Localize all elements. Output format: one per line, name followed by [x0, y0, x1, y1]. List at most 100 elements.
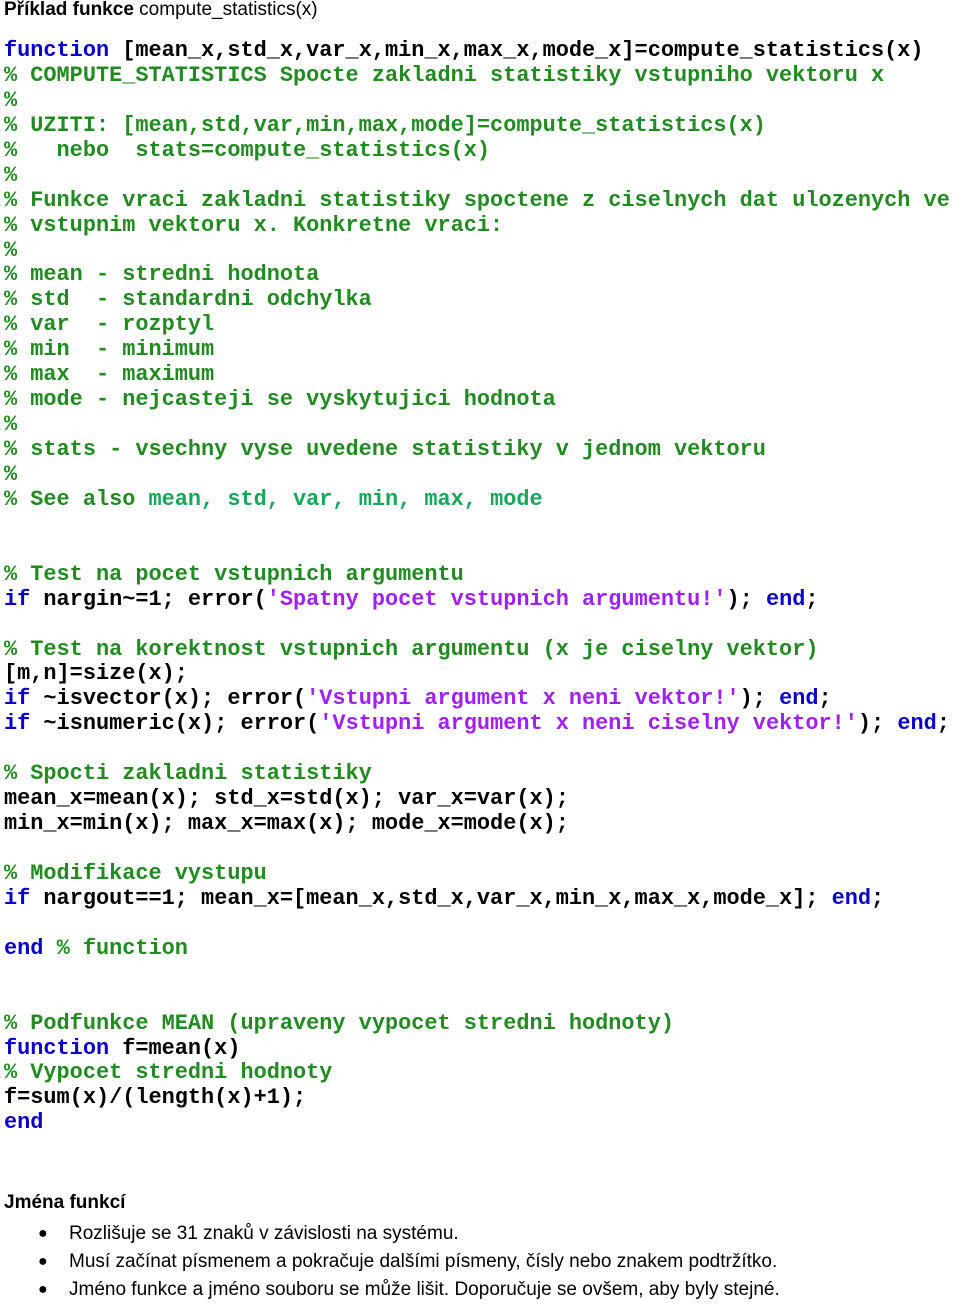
code-token: min_x=min(x); max_x=max(x); mode_x=mode(… [4, 811, 569, 837]
code-line: function f=mean(x) [4, 1035, 950, 1062]
code-line: end % function [4, 935, 950, 962]
comment-token: % Test na pocet vstupnich argumentu [4, 561, 464, 587]
code-token: ~isnumeric(x); error( [30, 711, 320, 737]
code-line: % vstupnim vektoru x. Konkretne vraci: [4, 212, 950, 239]
code-line: % Funkce vraci zakladni statistiky spoct… [4, 187, 950, 214]
comment-token: % nebo stats=compute_statistics(x) [4, 137, 491, 163]
code-line: % Spocti zakladni statistiky [4, 761, 950, 787]
code-token: f=sum(x)/(length(x)+1); [4, 1085, 307, 1111]
comment-token: % [4, 461, 18, 487]
code-token: [m,n]=size(x); [4, 661, 188, 687]
code-line: % min - minimum [4, 337, 950, 363]
keyword-token: function [4, 1035, 110, 1061]
keyword-token: if [4, 711, 31, 737]
bullet-icon: ● [38, 1225, 48, 1242]
code-token: ; [805, 586, 819, 612]
code-listing: function [mean_x,std_x,var_x,min_x,max_x… [4, 38, 950, 1136]
keyword-token: end [765, 586, 806, 612]
list-item-text: Musí začínat písmenem a pokračuje dalším… [69, 1251, 778, 1272]
page-title-bold: Příklad funkce [4, 0, 134, 20]
code-line: % stats - vsechny vyse uvedene statistik… [4, 437, 950, 463]
list-item: ● Musí začínat písmenem a pokračuje další… [4, 1248, 780, 1276]
code-line: % UZITI: [mean,std,var,min,max,mode]=com… [4, 112, 950, 139]
comment-token: % Spocti zakladni statistiky [4, 761, 372, 787]
comment-token: % [4, 237, 18, 263]
code-token: nargout==1; mean_x=[mean_x,std_x,var_x,m… [30, 885, 832, 911]
keyword-token: function [4, 38, 110, 63]
function-names-section: Jména funkcí ● Rozlišuje se 31 znaků v zá… [4, 1191, 780, 1304]
list-item: ● Rozlišuje se 31 znaků v závislosti na s… [4, 1220, 780, 1248]
code-line: % nebo stats=compute_statistics(x) [4, 137, 950, 164]
keyword-token: if [4, 686, 31, 712]
comment-token: % max - maximum [4, 362, 215, 388]
comment-token: % var - rozptyl [4, 312, 215, 338]
keyword-token: end [779, 686, 819, 712]
code-line: [m,n]=size(x); [4, 661, 950, 687]
code-line: % [4, 412, 950, 438]
comment-token: % COMPUTE_STATISTICS Spocte zakladni sta… [4, 62, 885, 88]
code-line: % Test na korektnost vstupnich argumentu… [4, 636, 950, 663]
page-title-function: compute_statistics(x) [133, 0, 318, 20]
comment-token: % [4, 87, 18, 113]
list-item-text: Rozlišuje se 31 znaků v závislosti na sy… [69, 1223, 459, 1244]
code-line: function [mean_x,std_x,var_x,min_x,max_x… [4, 38, 950, 64]
code-line: % Modifikace vystupu [4, 860, 950, 887]
code-line: % COMPUTE_STATISTICS Spocte zakladni sta… [4, 62, 950, 89]
code-line: % std - standardni odchylka [4, 287, 950, 313]
comment-token: % stats - vsechny vyse uvedene statistik… [4, 437, 766, 462]
comment-token: % Funkce vraci zakladni statistiky spoct… [4, 187, 950, 213]
comment-token: % UZITI: [mean,std,var,min,max,mode]=com… [4, 112, 766, 138]
code-line: % See also mean, std, var, min, max, mod… [4, 486, 950, 513]
code-line: % var - rozptyl [4, 312, 950, 338]
keyword-token: if [4, 885, 31, 911]
comment-token: % Test na korektnost vstupnich argumentu… [4, 636, 819, 662]
code-token: [mean_x,std_x,var_x,min_x,max_x,mode_x]=… [109, 38, 924, 63]
string-token: 'Vstupni argument x neni vektor!' [306, 686, 740, 712]
code-line: % [4, 461, 950, 488]
code-line: if nargin~=1; error('Spatny pocet vstupn… [4, 586, 950, 613]
code-line: % [4, 87, 950, 114]
code-line: % max - maximum [4, 362, 950, 388]
code-line: % mean - stredni hodnota [4, 262, 950, 288]
code-line: % mode - nejcasteji se vyskytujici hodno… [4, 387, 950, 413]
keyword-token: end [4, 1110, 44, 1136]
code-line: min_x=min(x); max_x=max(x); mode_x=mode(… [4, 811, 950, 837]
code-token: ; [818, 686, 832, 712]
list-item: ● Jméno funkce a jméno souboru se může li… [4, 1276, 780, 1304]
bullet-icon: ● [38, 1253, 48, 1270]
code-line: if ~isvector(x); error('Vstupni argument… [4, 686, 950, 712]
code-line: % Vypocet stredni hodnoty [4, 1060, 950, 1086]
comment-token: % vstupnim vektoru x. Konkretne vraci: [4, 212, 504, 238]
bullet-list: ● Rozlišuje se 31 znaků v závislosti na s… [4, 1220, 780, 1304]
comment-token: % min - minimum [4, 337, 215, 363]
code-token: ); [857, 711, 898, 737]
code-line: end [4, 1110, 950, 1136]
code-token: f=mean(x) [109, 1035, 241, 1061]
comment-token: % Podfunkce MEAN (upraveny vypocet stred… [4, 1010, 674, 1036]
comment-token: % mode - nejcasteji se vyskytujici hodno… [4, 387, 556, 413]
code-line: % [4, 237, 950, 264]
code-line: % [4, 163, 950, 189]
code-token: ); [726, 586, 766, 612]
bullet-icon: ● [38, 1281, 48, 1298]
comment-token: % [4, 412, 18, 438]
code-token: ; [871, 885, 885, 911]
code-line: if nargout==1; mean_x=[mean_x,std_x,var_… [4, 885, 950, 912]
string-token: 'Vstupni argument x neni ciselny vektor!… [319, 711, 858, 737]
code-line: mean_x=mean(x); std_x=std(x); var_x=var(… [4, 786, 950, 812]
comment-token: % See also [4, 486, 149, 512]
comment-token: % mean - stredni hodnota [4, 262, 320, 288]
comment-token: % function [56, 935, 188, 961]
string-token: 'Spatny pocet vstupnich argumentu!' [266, 586, 727, 612]
code-token: mean_x=mean(x); std_x=std(x); var_x=var(… [4, 786, 569, 812]
section-heading: Jména funkcí [4, 1192, 126, 1213]
comment-token: % Modifikace vystupu [4, 860, 267, 886]
code-line: f=sum(x)/(length(x)+1); [4, 1085, 950, 1111]
